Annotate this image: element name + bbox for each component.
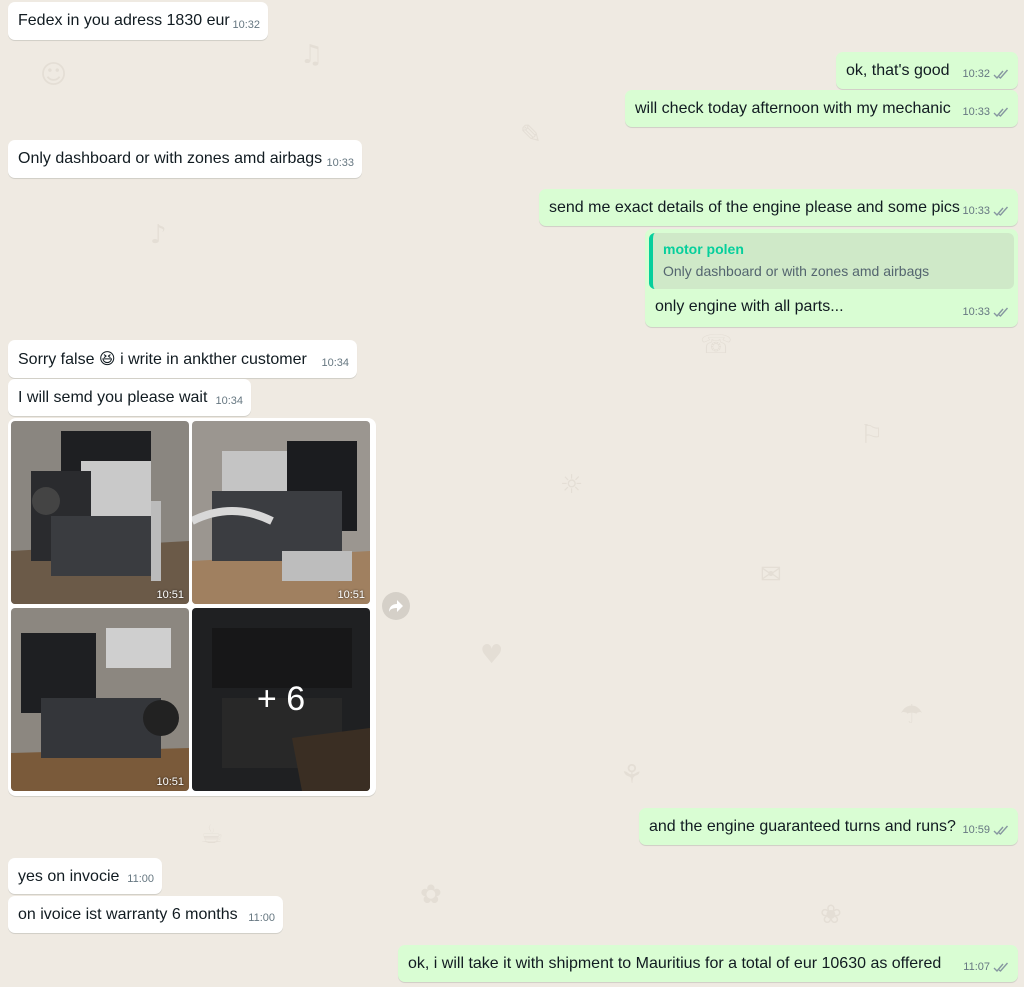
album-photo[interactable]: 10:51	[192, 421, 370, 604]
more-photos-count: + 6	[192, 608, 370, 791]
message-time: 10:34	[215, 395, 243, 407]
message-meta: 10:32	[962, 64, 1010, 84]
double-check-icon	[993, 962, 1009, 972]
outgoing-message[interactable]: ok, that's good 10:32	[836, 52, 1018, 89]
laughing-emoji-icon: 😆	[98, 349, 116, 368]
message-time: 10:33	[962, 106, 990, 118]
forward-button[interactable]	[382, 592, 410, 620]
message-meta: 10:33	[962, 302, 1010, 322]
incoming-message[interactable]: Only dashboard or with zones amd airbags…	[8, 140, 362, 178]
double-check-icon	[993, 307, 1009, 317]
message-text: only engine with all parts...	[655, 298, 844, 315]
message-time: 10:32	[962, 68, 990, 80]
message-meta: 10:59	[962, 820, 1010, 840]
engine-photo-1	[11, 421, 189, 604]
double-check-icon	[993, 206, 1009, 216]
message-time: 10:59	[962, 824, 990, 836]
album-photo-more[interactable]: + 6	[192, 608, 370, 791]
message-meta: 10:33	[962, 102, 1010, 122]
message-text: I will semd you please wait	[18, 389, 208, 406]
incoming-message[interactable]: yes on invocie 11:00	[8, 858, 162, 894]
message-text-part: Sorry false	[18, 351, 95, 368]
message-text: and the engine guaranteed turns and runs…	[649, 818, 956, 835]
message-text: send me exact details of the engine plea…	[549, 199, 960, 216]
message-time: 11:07	[963, 961, 990, 973]
message-meta: 10:33	[962, 201, 1010, 221]
photo-album-message[interactable]: 10:51 10:51 10:51 + 6	[8, 418, 376, 796]
message-text-part: i write in ankther customer	[120, 351, 307, 368]
album-photo[interactable]: 10:51	[11, 421, 189, 604]
photo-time: 10:51	[337, 589, 365, 601]
incoming-message[interactable]: Sorry false 😆 i write in ankther custome…	[8, 340, 357, 378]
message-time: 10:33	[962, 306, 990, 318]
double-check-icon	[993, 107, 1009, 117]
forward-arrow-icon	[389, 600, 403, 612]
engine-photo-2	[192, 421, 370, 604]
message-text: ok, i will take it with shipment to Maur…	[408, 955, 942, 972]
message-meta: 11:07	[963, 957, 1010, 977]
double-check-icon	[993, 69, 1009, 79]
message-text: will check today afternoon with my mecha…	[635, 100, 951, 117]
engine-photo-3	[11, 608, 189, 791]
double-check-icon	[993, 825, 1009, 835]
message-text: ok, that's good	[846, 62, 950, 79]
message-text: Sorry false 😆 i write in ankther custome…	[18, 349, 307, 370]
message-time: 11:00	[127, 873, 154, 885]
message-time: 10:32	[232, 19, 260, 31]
incoming-message[interactable]: on ivoice ist warranty 6 months 11:00	[8, 896, 283, 933]
message-time: 10:34	[321, 357, 349, 369]
message-time: 11:00	[248, 912, 275, 924]
outgoing-message[interactable]: send me exact details of the engine plea…	[539, 189, 1018, 226]
quote-author: motor polen	[663, 241, 744, 257]
message-text: Fedex in you adress 1830 eur	[18, 12, 230, 29]
outgoing-message[interactable]: and the engine guaranteed turns and runs…	[639, 808, 1018, 845]
quote-text: Only dashboard or with zones amd airbags	[663, 263, 930, 279]
message-text: Only dashboard or with zones amd airbags	[18, 150, 323, 167]
photo-time: 10:51	[156, 589, 184, 601]
incoming-message[interactable]: I will semd you please wait 10:34	[8, 379, 251, 416]
outgoing-reply-message[interactable]: motor polen Only dashboard or with zones…	[645, 229, 1018, 327]
message-text: yes on invocie	[18, 868, 120, 885]
message-text: on ivoice ist warranty 6 months	[18, 906, 238, 923]
quoted-message[interactable]: motor polen Only dashboard or with zones…	[649, 233, 1014, 289]
outgoing-message[interactable]: will check today afternoon with my mecha…	[625, 90, 1018, 127]
photo-time: 10:51	[156, 776, 184, 788]
message-time: 10:33	[962, 205, 990, 217]
album-photo[interactable]: 10:51	[11, 608, 189, 791]
incoming-message[interactable]: Fedex in you adress 1830 eur 10:32	[8, 2, 268, 40]
outgoing-message[interactable]: ok, i will take it with shipment to Maur…	[398, 945, 1018, 982]
message-time: 10:33	[326, 157, 354, 169]
